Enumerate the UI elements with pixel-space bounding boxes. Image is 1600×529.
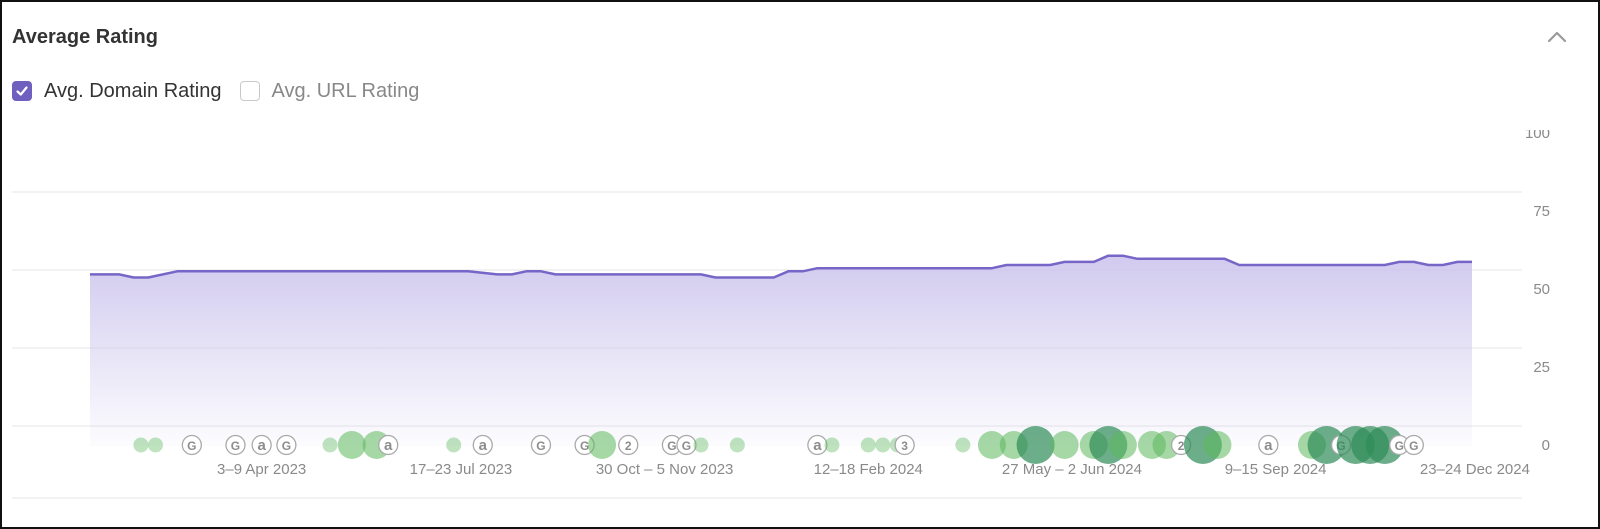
x-tick-label: 12–18 Feb 2024 [814,461,923,478]
event-marker-dot[interactable] [133,437,149,453]
event-marker-dot[interactable] [955,437,971,453]
event-marker-dot[interactable] [1016,426,1055,464]
panel-header: Average Rating [12,22,1588,52]
marker-label: 3 [901,439,908,453]
collapse-chevron-up-icon[interactable] [1544,24,1570,50]
average-rating-chart: 0255075100GGaGaaGG2GGa32aGGG3–9 Apr 2023… [12,130,1550,499]
domain-rating-area [90,255,1472,446]
marker-label: G [282,439,291,453]
event-marker-dot[interactable] [1050,431,1079,459]
event-marker-dot[interactable] [337,431,366,459]
event-count-marker[interactable]: 3 [894,434,915,456]
amazon-event-icon[interactable]: a [472,434,493,456]
amazon-event-icon[interactable]: a [1258,434,1279,456]
y-tick-label: 50 [1533,281,1550,298]
event-marker-dot[interactable] [729,437,745,453]
x-tick-label: 17–23 Jul 2023 [410,461,513,478]
event-marker-dot[interactable] [693,437,709,453]
marker-label: G [231,439,240,453]
marker-label: 2 [625,439,632,453]
marker-label: G [187,439,196,453]
event-marker-dot[interactable] [1108,431,1137,459]
checkbox-checked-icon[interactable] [12,81,32,101]
y-tick-label: 100 [1525,130,1550,142]
marker-label: G [580,439,589,453]
x-tick-label: 3–9 Apr 2023 [217,461,306,478]
amazon-event-icon[interactable]: a [807,434,828,456]
marker-label: a [257,437,266,454]
legend-avg-url-rating[interactable]: Avg. URL Rating [239,79,420,103]
google-update-icon[interactable]: G [530,434,552,456]
legend-label-url-rating: Avg. URL Rating [271,79,420,102]
series-legend: Avg. Domain Rating Avg. URL Rating [12,78,437,104]
marker-label: G [1395,439,1404,453]
marker-label: G [667,439,676,453]
event-marker-dot[interactable] [860,437,876,453]
panel-title: Average Rating [12,26,158,48]
average-rating-panel: Average Rating Avg. Domain Rating Avg. U… [0,0,1600,529]
marker-label: G [1409,439,1418,453]
event-marker-dot[interactable] [875,437,891,453]
legend-label-domain-rating: Avg. Domain Rating [44,79,222,102]
event-count-marker[interactable]: 2 [618,434,639,456]
amazon-event-icon[interactable]: a [378,434,399,456]
google-update-icon[interactable]: G [276,434,297,456]
event-marker-dot[interactable] [147,437,163,453]
y-tick-label: 75 [1533,203,1550,220]
x-tick-label: 23–24 Dec 2024 [1420,461,1530,478]
event-marker-dot[interactable] [322,437,338,453]
x-tick-label: 9–15 Sep 2024 [1225,461,1327,478]
marker-label: a [1264,437,1273,454]
event-marker-dot[interactable] [1203,431,1232,459]
google-update-icon[interactable]: G [676,434,697,456]
event-marker-dot[interactable] [588,431,617,459]
marker-label: a [384,437,393,454]
google-update-icon[interactable]: G [1403,434,1424,456]
marker-label: a [479,437,488,454]
event-marker-dot[interactable] [824,437,840,453]
marker-label: a [813,437,822,454]
y-tick-label: 25 [1533,359,1550,376]
marker-label: G [536,439,545,453]
checkbox-unchecked-icon[interactable] [239,81,260,101]
legend-avg-domain-rating[interactable]: Avg. Domain Rating [12,80,222,103]
x-tick-label: 30 Oct – 5 Nov 2023 [596,461,734,478]
y-tick-label: 0 [1542,437,1550,454]
event-marker-dot[interactable] [446,437,462,453]
marker-label: 2 [1178,439,1185,453]
google-update-icon[interactable]: G [225,434,246,456]
x-tick-label: 27 May – 2 Jun 2024 [1002,461,1142,478]
google-update-icon[interactable]: G [181,434,202,456]
amazon-event-icon[interactable]: a [251,434,272,456]
marker-label: G [682,439,691,453]
